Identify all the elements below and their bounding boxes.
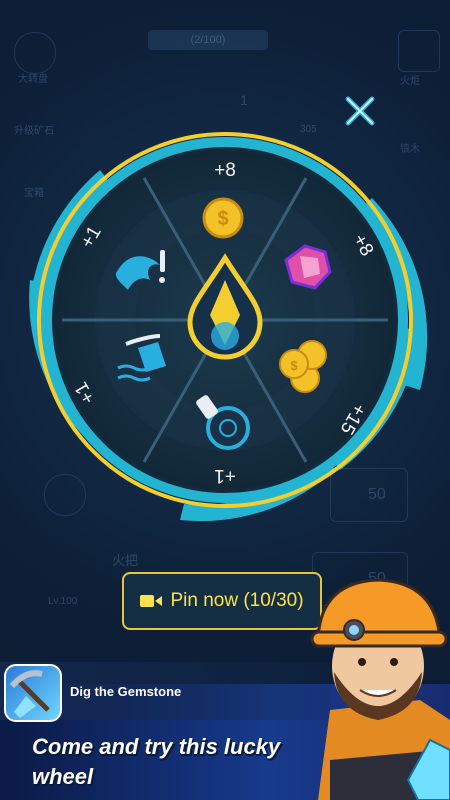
segment-label-top: +8 bbox=[214, 160, 236, 181]
pickaxe-icon bbox=[9, 670, 50, 718]
ad-tagline: Come and try this lucky wheel bbox=[32, 732, 332, 792]
pin-now-label: Pin now (10/30) bbox=[170, 590, 304, 611]
pin-now-button[interactable]: Pin now (10/30) bbox=[122, 572, 322, 630]
right-menu-torch bbox=[398, 30, 440, 72]
app-icon[interactable] bbox=[4, 664, 62, 722]
coin-icon: $ bbox=[202, 197, 244, 239]
segment-label-bottom: +1 bbox=[214, 465, 236, 486]
level-label: Lv.100 bbox=[48, 596, 78, 607]
ghost-number-1: 1 bbox=[240, 92, 248, 108]
ad-tagline-line-2: wheel bbox=[32, 764, 94, 789]
svg-text:$: $ bbox=[217, 208, 228, 230]
miner-character bbox=[310, 578, 450, 800]
progress-counter: (2/100) bbox=[148, 30, 268, 50]
video-camera-icon bbox=[140, 595, 163, 607]
left-menu-label-1: 大转盘 bbox=[18, 74, 48, 85]
left-menu-wheel bbox=[14, 32, 56, 74]
svg-text:$: $ bbox=[290, 358, 298, 373]
app-name: Dig the Gemstone bbox=[70, 684, 182, 699]
torch-label: 火把 bbox=[112, 553, 139, 568]
ad-tagline-line-1: Come and try this lucky bbox=[32, 734, 281, 759]
lucky-wheel[interactable]: $ $ +8 +8 +15 +1 +1 +1 bbox=[0, 120, 450, 540]
right-menu-label-1: 火炬 bbox=[400, 76, 420, 87]
